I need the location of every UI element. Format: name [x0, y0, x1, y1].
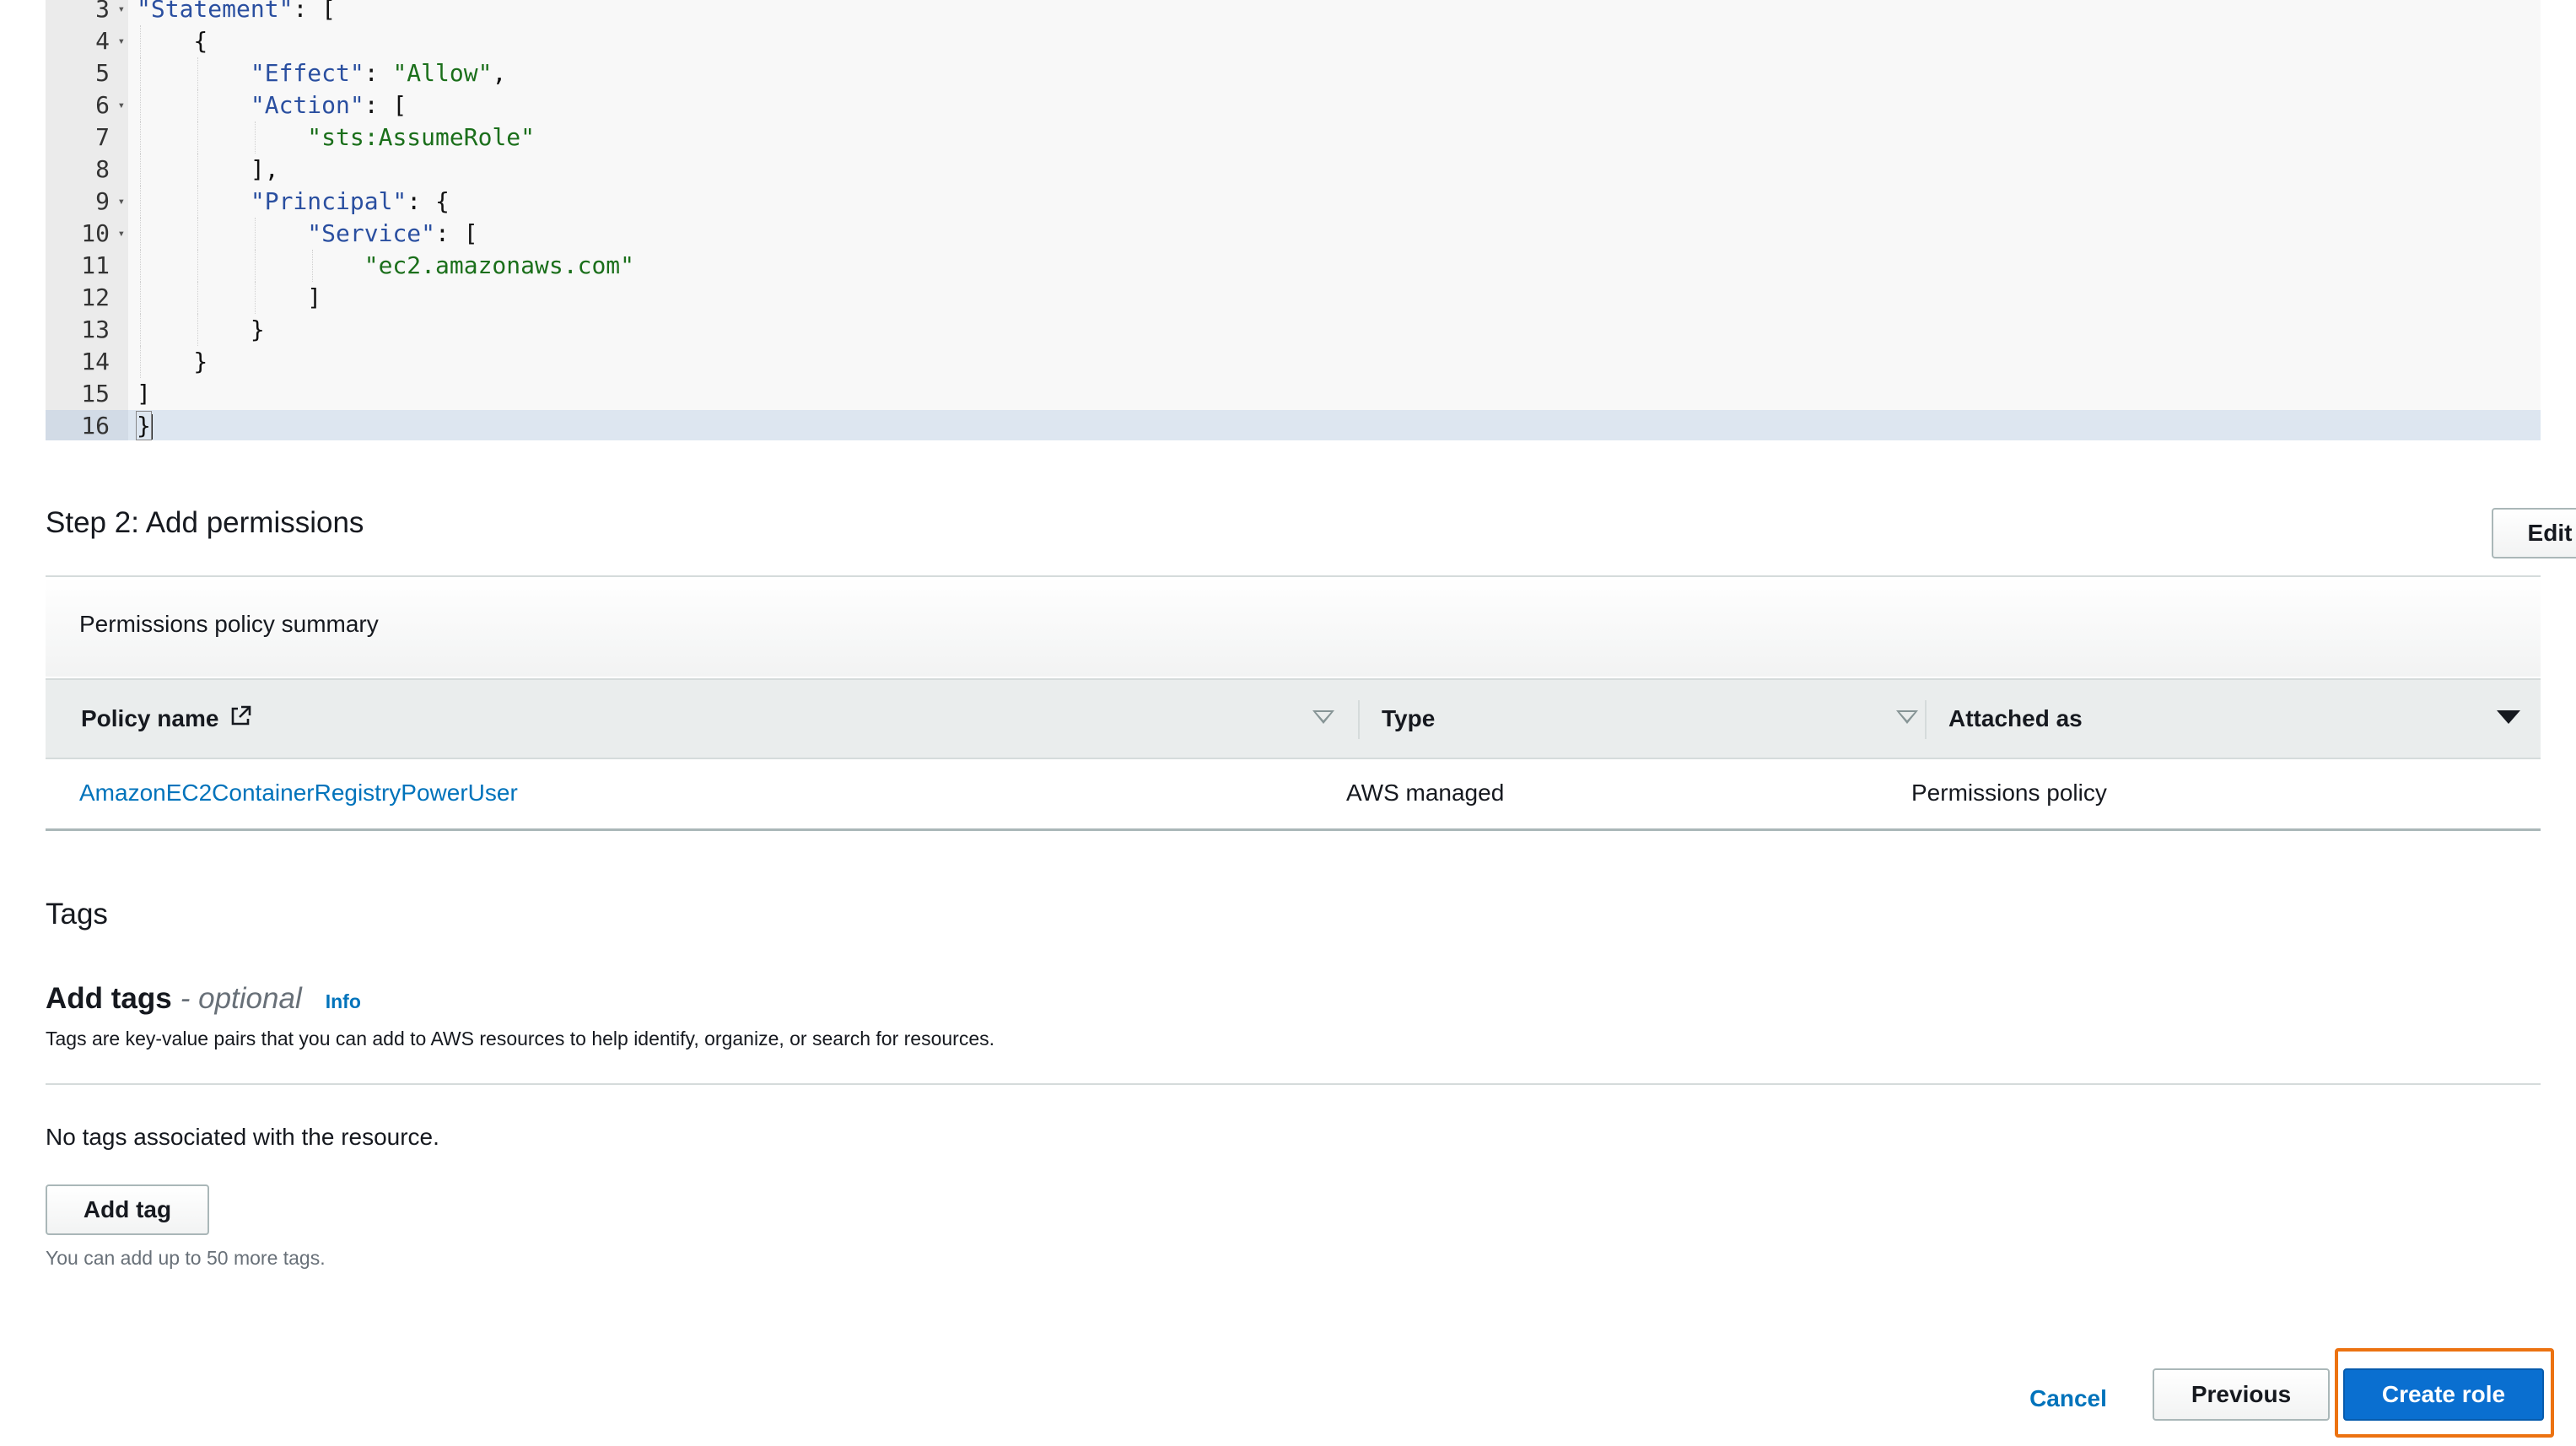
column-type[interactable]: Type — [1382, 680, 1947, 758]
tags-limit-hint: You can add up to 50 more tags. — [46, 1247, 326, 1269]
no-tags-message: No tags associated with the resource. — [46, 1124, 439, 1150]
line-number-text: 16 — [81, 412, 110, 440]
line-number-text: 7 — [95, 123, 110, 151]
line-number-text: 14 — [81, 348, 110, 375]
code-text: "Action": [ — [250, 91, 407, 119]
code-line[interactable]: 12 ] — [46, 282, 2541, 314]
column-type-label: Type — [1382, 705, 1436, 731]
line-number: 13 — [46, 314, 128, 346]
previous-button[interactable]: Previous — [2153, 1368, 2330, 1421]
add-tag-button[interactable]: Add tag — [46, 1184, 209, 1235]
code-line[interactable]: 13 } — [46, 314, 2541, 346]
external-link-icon — [229, 704, 252, 734]
tags-section-title: Tags — [46, 898, 108, 931]
line-number-text: 8 — [95, 155, 110, 183]
edit-permissions-button[interactable]: Edit — [2492, 508, 2576, 558]
code-text: { — [137, 27, 208, 55]
attached-as-cell: Permissions policy — [1911, 780, 2107, 806]
line-number: 11 — [46, 250, 128, 282]
code-text: "ec2.amazonaws.com" — [364, 251, 635, 279]
column-separator — [1358, 700, 1360, 739]
create-role-button[interactable]: Create role — [2343, 1368, 2544, 1421]
policy-name-link[interactable]: AmazonEC2ContainerRegistryPowerUser — [79, 780, 518, 807]
code-text: ] — [137, 380, 151, 407]
code-line[interactable]: 10 ▾ "Service": [ — [46, 218, 2541, 250]
code-line[interactable]: 15] — [46, 378, 2541, 410]
line-number: 9 ▾ — [46, 186, 128, 218]
line-number-text: 9 — [95, 187, 110, 215]
line-number: 6 ▾ — [46, 89, 128, 121]
fold-arrow-icon[interactable]: ▾ — [118, 25, 125, 57]
code-text: "Principal": { — [250, 187, 450, 215]
code-line[interactable]: 11 "ec2.amazonaws.com" — [46, 250, 2541, 282]
line-number-text: 5 — [95, 59, 110, 87]
code-text: } — [137, 348, 208, 375]
line-number: 7 — [46, 121, 128, 154]
code-text: ], — [137, 155, 279, 183]
line-number-text: 4 — [95, 27, 110, 55]
line-number: 16 — [46, 410, 128, 440]
column-policy-name-label: Policy name — [81, 705, 219, 731]
line-number-text: 10 — [81, 219, 110, 247]
code-text: "Statement": [ — [137, 0, 337, 23]
fold-arrow-icon[interactable]: ▾ — [118, 218, 125, 250]
fold-arrow-icon[interactable]: ▾ — [118, 186, 125, 218]
code-line[interactable]: 4 ▾ { — [46, 25, 2541, 57]
code-text: "sts:AssumeRole" — [307, 123, 536, 151]
code-line[interactable]: 9 ▾ "Principal": { — [46, 186, 2541, 218]
tags-description: Tags are key-value pairs that you can ad… — [46, 1028, 995, 1049]
code-text: "Effect": "Allow", — [250, 59, 507, 87]
table-bottom-border — [46, 828, 2541, 831]
line-number-text: 13 — [81, 316, 110, 343]
code-text: ] — [137, 283, 322, 311]
permissions-summary-label: Permissions policy summary — [79, 611, 379, 637]
line-number-text: 11 — [81, 251, 110, 279]
line-number: 8 — [46, 154, 128, 186]
optional-label: - optional — [180, 982, 302, 1015]
fold-arrow-icon[interactable]: ▾ — [118, 89, 125, 121]
column-attached-as[interactable]: Attached as — [1948, 680, 2539, 758]
permissions-table-header: Policy name Type Attached as — [46, 678, 2541, 759]
code-text: } — [137, 316, 265, 343]
column-separator — [1925, 700, 1927, 739]
code-line[interactable]: 14 } — [46, 346, 2541, 378]
line-number: 15 — [46, 378, 128, 410]
add-tags-heading: Add tags - optional Info — [46, 982, 361, 1016]
code-line[interactable]: 6 ▾ "Action": [ — [46, 89, 2541, 121]
line-number-text: 15 — [81, 380, 110, 407]
divider — [46, 1083, 2541, 1085]
code-line[interactable]: 5 "Effect": "Allow", — [46, 57, 2541, 89]
column-attached-as-label: Attached as — [1948, 705, 2083, 731]
cancel-button[interactable]: Cancel — [2018, 1380, 2119, 1417]
sort-type-icon[interactable] — [1896, 710, 1918, 724]
code-line[interactable]: 3 ▾ "Statement": [ — [46, 0, 2541, 25]
permissions-summary-header: Permissions policy summary — [46, 577, 2541, 677]
line-number-text: 3 — [95, 0, 110, 23]
step-2-title: Step 2: Add permissions — [46, 506, 364, 539]
line-number-text: 6 — [95, 91, 110, 119]
line-number: 14 — [46, 346, 128, 378]
line-number-text: 12 — [81, 283, 110, 311]
policy-type-cell: AWS managed — [1346, 780, 1505, 806]
sort-attached-as-icon[interactable] — [2497, 710, 2520, 724]
code-line[interactable]: 16} — [46, 410, 2541, 440]
line-number: 4 ▾ — [46, 25, 128, 57]
fold-arrow-icon[interactable]: ▾ — [118, 0, 125, 25]
code-line[interactable]: 7 "sts:AssumeRole" — [46, 121, 2541, 154]
add-tags-title: Add tags — [46, 982, 172, 1015]
line-number: 3 ▾ — [46, 0, 128, 25]
sort-policy-name-icon[interactable] — [1312, 710, 1334, 724]
line-number: 12 — [46, 282, 128, 314]
code-line[interactable]: 8 ], — [46, 154, 2541, 186]
column-policy-name[interactable]: Policy name — [81, 680, 1363, 758]
line-number: 10 ▾ — [46, 218, 128, 250]
info-link[interactable]: Info — [326, 990, 361, 1013]
trust-policy-editor[interactable]: 3 ▾ "Statement": [4 ▾ {5 "Effect": "Allow",… — [46, 0, 2541, 440]
line-number: 5 — [46, 57, 128, 89]
code-text: } — [136, 411, 153, 440]
code-text: "Service": [ — [307, 219, 478, 247]
